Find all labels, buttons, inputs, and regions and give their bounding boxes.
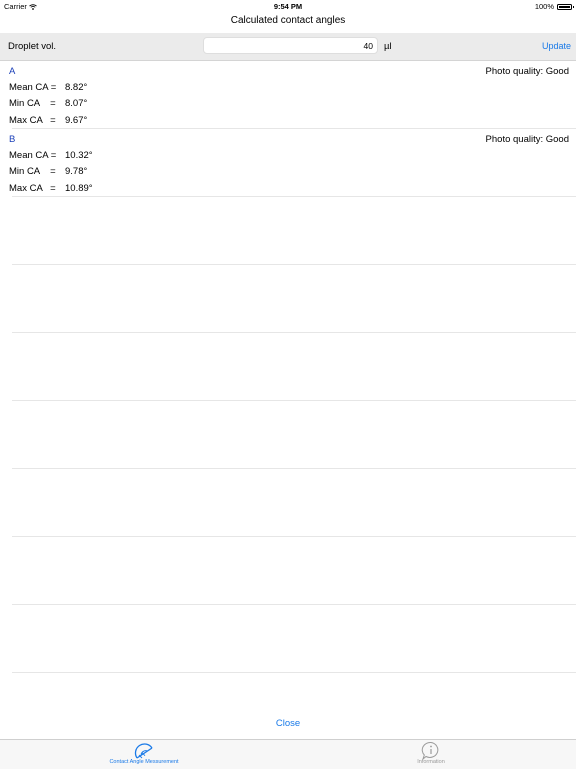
max-ca-value: 10.89° [65,183,93,194]
min-ca-label: Min CA = [9,98,56,109]
battery-percent: 100% [534,2,554,11]
update-button[interactable]: Update [542,41,571,51]
tab-label: Contact Angle Messurement [109,759,179,765]
result-label: A [9,66,16,77]
close-button[interactable]: Close [0,718,576,729]
mean-ca-value: 8.82° [65,82,88,93]
tab-label: Information [417,759,445,765]
mean-ca-label: Mean CA = [9,150,57,161]
empty-row [12,197,576,265]
results-list: A Photo quality: Good Mean CA = 8.82° Mi… [0,61,576,673]
protractor-icon [134,743,153,759]
droplet-toolbar: Droplet vol. µl Update [0,33,576,61]
photo-quality: Photo quality: Good [485,134,569,145]
max-ca-value: 9.67° [65,115,88,126]
battery-fill [559,5,570,8]
status-right: 100% [534,2,574,11]
tab-contact-angle[interactable]: Contact Angle Messurement [74,740,214,769]
max-ca-label: Max CA = [9,183,56,194]
empty-row [12,265,576,333]
result-label: B [9,134,16,145]
empty-row [12,605,576,673]
empty-row [12,469,576,537]
status-bar: Carrier 9:54 PM 100% [0,0,576,12]
empty-row [12,537,576,605]
photo-quality: Photo quality: Good [485,66,569,77]
tab-bar: Contact Angle Messurement Information [0,739,576,769]
volume-unit-label: µl [384,41,392,52]
min-ca-value: 8.07° [65,98,88,109]
mean-ca-value: 10.32° [65,150,93,161]
result-row-a: A Photo quality: Good Mean CA = 8.82° Mi… [9,61,576,129]
empty-row [12,401,576,469]
tab-information[interactable]: Information [361,740,501,769]
max-ca-label: Max CA = [9,115,56,126]
page-title: Calculated contact angles [230,15,346,26]
info-bubble-icon [421,741,439,760]
droplet-volume-label: Droplet vol. [8,41,57,52]
mean-ca-label: Mean CA = [9,82,57,93]
result-row-b: B Photo quality: Good Mean CA = 10.32° M… [9,129,576,197]
status-time: 9:54 PM [273,2,303,11]
droplet-volume-input[interactable] [203,37,378,54]
min-ca-value: 9.78° [65,166,88,177]
battery-icon [557,3,574,10]
min-ca-label: Min CA = [9,166,56,177]
empty-row [12,333,576,401]
